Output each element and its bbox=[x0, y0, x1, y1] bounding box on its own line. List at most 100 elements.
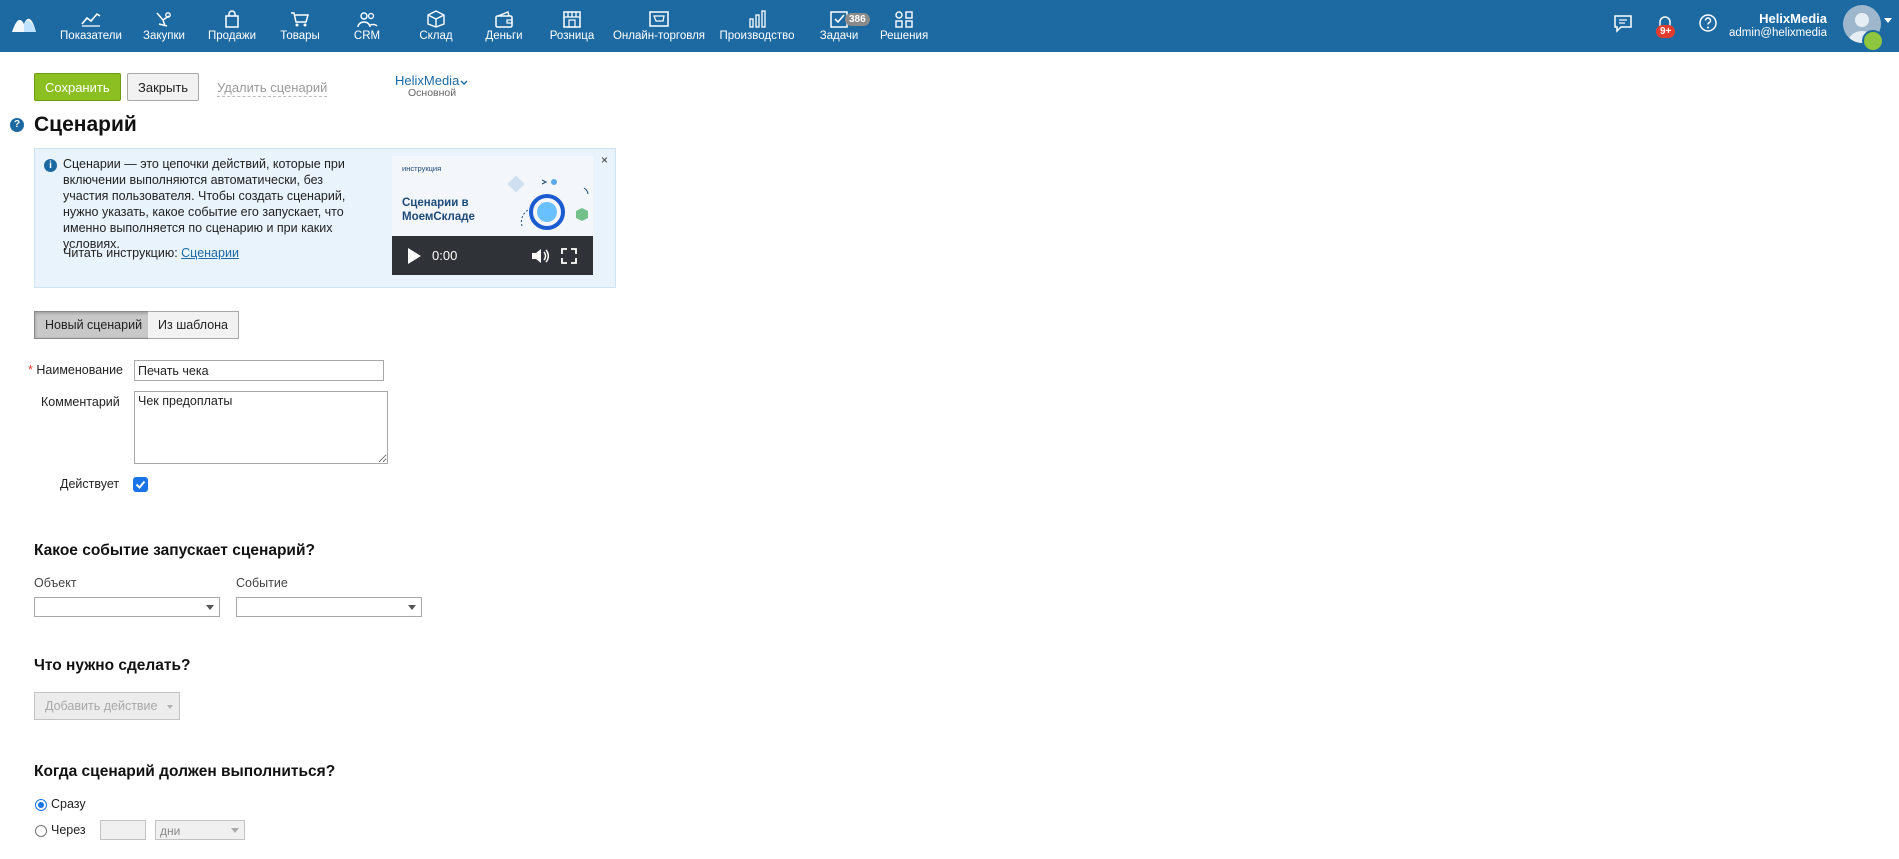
nav-label: Производство bbox=[719, 30, 795, 42]
info-panel: i Сценарии — это цепочки действий, котор… bbox=[34, 148, 616, 288]
timing-after-label: Через bbox=[51, 823, 86, 837]
moysklad-logo-icon[interactable] bbox=[10, 10, 38, 38]
object-select[interactable] bbox=[34, 597, 220, 617]
instruction-video[interactable]: инструкция Сценарии в МоемСкладе 0:00 bbox=[392, 156, 593, 275]
chart-line-icon bbox=[81, 12, 101, 27]
video-tag: инструкция bbox=[402, 164, 442, 173]
event-label: Событие bbox=[236, 576, 288, 590]
users-icon bbox=[357, 12, 378, 28]
video-time: 0:00 bbox=[432, 248, 458, 263]
nav-label: CRM bbox=[353, 30, 381, 42]
avatar-status-badge bbox=[1862, 30, 1884, 52]
user-email: admin@helixmedia bbox=[1729, 27, 1827, 39]
info-read-row: Читать инструкцию: Сценарии bbox=[63, 246, 239, 260]
tasks-count-badge: 386 bbox=[845, 13, 870, 26]
bar-chart-icon bbox=[749, 10, 766, 28]
nav-label: Решения bbox=[880, 30, 929, 42]
storefront-icon bbox=[563, 11, 581, 28]
shopping-cart-icon bbox=[291, 12, 309, 27]
organization-subtitle: Основной bbox=[408, 87, 457, 99]
purchase-hand-icon bbox=[156, 12, 171, 27]
comment-label: Комментарий bbox=[41, 395, 120, 409]
nav-item-retail[interactable]: Розница bbox=[548, 6, 596, 50]
info-icon: i bbox=[44, 159, 57, 172]
nav-item-purchases[interactable]: Закупки bbox=[139, 6, 189, 50]
add-action-button[interactable]: Добавить действие bbox=[34, 692, 180, 720]
nav-label: Продажи bbox=[207, 30, 257, 42]
organization-selector[interactable]: HelixMedia bbox=[395, 73, 459, 88]
nav-label: Онлайн-торговля bbox=[612, 30, 706, 42]
nav-item-tasks[interactable]: 386 Задачи bbox=[818, 6, 870, 50]
wallet-icon bbox=[495, 11, 513, 28]
top-navigation-bar: Показатели Закупки Продажи Товары CRM Ск… bbox=[0, 0, 1899, 52]
nav-label: Склад bbox=[419, 30, 453, 42]
nav-item-sales[interactable]: Продажи bbox=[205, 6, 259, 50]
checkmark-icon bbox=[135, 480, 146, 489]
online-store-icon bbox=[649, 11, 669, 27]
chevron-down-icon bbox=[231, 828, 239, 833]
delete-scenario-button[interactable]: Удалить сценарий bbox=[217, 80, 328, 97]
chat-icon[interactable] bbox=[1612, 12, 1634, 34]
timing-now-radio[interactable] bbox=[35, 799, 47, 811]
active-label: Действует bbox=[60, 477, 120, 491]
delay-amount-input[interactable] bbox=[100, 820, 146, 840]
nav-label: Деньги bbox=[485, 30, 523, 42]
page-help-icon[interactable]: ? bbox=[10, 118, 24, 132]
add-action-label: Добавить действие bbox=[45, 699, 158, 713]
nav-item-money[interactable]: Деньги bbox=[484, 6, 524, 50]
timing-now-label: Сразу bbox=[51, 797, 86, 811]
delay-unit-select[interactable]: дни bbox=[155, 820, 245, 840]
timing-section-title: Когда сценарий должен выполниться? bbox=[34, 763, 336, 780]
close-button[interactable]: Закрыть bbox=[127, 73, 200, 101]
info-read-prefix: Читать инструкцию: bbox=[63, 246, 178, 260]
box-icon bbox=[427, 10, 445, 28]
object-label: Объект bbox=[34, 576, 77, 590]
actions-section-title: Что нужно сделать? bbox=[34, 657, 191, 674]
nav-label: Закупки bbox=[143, 30, 185, 42]
nav-label: Розница bbox=[549, 30, 595, 42]
apps-grid-icon bbox=[895, 11, 913, 28]
video-title: Сценарии в МоемСкладе bbox=[402, 197, 475, 223]
user-name[interactable]: HelixMedia bbox=[1759, 11, 1827, 26]
tab-new-scenario[interactable]: Новый сценарий bbox=[34, 311, 154, 339]
video-decoration-icon bbox=[507, 175, 589, 230]
page-title: Сценарий bbox=[34, 113, 137, 136]
instruction-link[interactable]: Сценарии bbox=[181, 246, 239, 260]
name-input[interactable] bbox=[134, 360, 384, 381]
nav-item-online-trade[interactable]: Онлайн-торговля bbox=[612, 6, 706, 50]
comment-textarea[interactable]: Чек предоплаты bbox=[134, 391, 388, 464]
play-icon[interactable] bbox=[406, 247, 422, 265]
info-text: Сценарии — это цепочки действий, которые… bbox=[63, 157, 346, 251]
active-checkbox[interactable] bbox=[133, 477, 148, 492]
volume-icon[interactable] bbox=[530, 247, 550, 265]
chevron-down-icon[interactable] bbox=[460, 80, 468, 86]
close-icon[interactable]: × bbox=[601, 153, 608, 167]
chevron-down-icon bbox=[408, 605, 416, 610]
name-label: Наименование bbox=[36, 363, 124, 377]
nav-item-indicators[interactable]: Показатели bbox=[58, 6, 124, 50]
save-button[interactable]: Сохранить bbox=[34, 73, 121, 101]
trigger-section-title: Какое событие запускает сценарий? bbox=[34, 542, 315, 559]
name-label-row: * Наименование bbox=[28, 363, 123, 377]
chevron-down-icon[interactable] bbox=[1884, 18, 1892, 24]
nav-label: Задачи bbox=[819, 30, 859, 42]
required-mark: * bbox=[28, 363, 33, 377]
tab-from-template[interactable]: Из шаблона bbox=[148, 311, 240, 339]
fullscreen-icon[interactable] bbox=[560, 247, 578, 265]
chevron-down-icon bbox=[166, 704, 173, 709]
nav-label: Товары bbox=[280, 30, 320, 42]
notifications-badge: 9+ bbox=[1656, 25, 1676, 38]
video-controls: 0:00 bbox=[392, 236, 593, 275]
nav-item-warehouse[interactable]: Склад bbox=[418, 6, 454, 50]
event-select[interactable] bbox=[236, 597, 422, 617]
nav-label: Показатели bbox=[60, 30, 122, 42]
nav-item-products[interactable]: Товары bbox=[278, 6, 322, 50]
nav-item-production[interactable]: Производство bbox=[719, 6, 795, 50]
timing-after-radio[interactable] bbox=[35, 825, 47, 837]
chevron-down-icon bbox=[206, 605, 214, 610]
nav-item-crm[interactable]: CRM bbox=[352, 6, 382, 50]
delay-unit-value: дни bbox=[160, 824, 181, 838]
shopping-bag-icon bbox=[225, 10, 239, 28]
nav-item-solutions[interactable]: Решения bbox=[880, 6, 928, 50]
help-icon[interactable] bbox=[1697, 12, 1719, 34]
